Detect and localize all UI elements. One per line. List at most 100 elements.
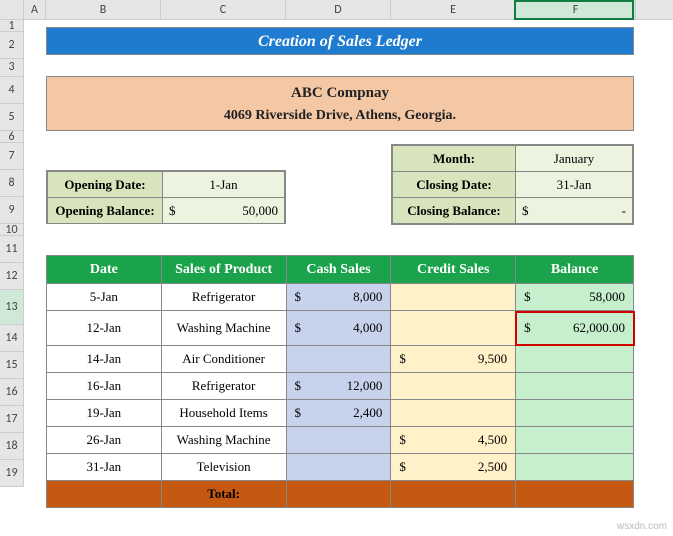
col-header-D[interactable]: D	[286, 0, 391, 19]
row-header-14[interactable]: 14	[0, 325, 23, 352]
col-header-E[interactable]: E	[391, 0, 516, 19]
cell-product[interactable]: Air Conditioner	[161, 346, 286, 373]
row-header-1[interactable]: 1	[0, 20, 23, 32]
row-header-2[interactable]: 2	[0, 32, 23, 59]
cell-cash[interactable]: $2,400	[286, 400, 391, 427]
cell-date[interactable]: 26-Jan	[47, 427, 162, 454]
ledger-header-credit: Credit Sales	[391, 256, 516, 284]
row-header-9[interactable]: 9	[0, 197, 23, 224]
cell-credit[interactable]	[391, 311, 516, 346]
cell-date[interactable]: 31-Jan	[47, 454, 162, 481]
row-header-11[interactable]: 11	[0, 236, 23, 263]
cell-product[interactable]: Washing Machine	[161, 311, 286, 346]
ledger-header-cash: Cash Sales	[286, 256, 391, 284]
col-header-F[interactable]: F	[516, 0, 636, 19]
ledger-row: 5-JanRefrigerator$8,000 $58,000	[47, 284, 634, 311]
row-header-4[interactable]: 4	[0, 77, 23, 104]
cell-date[interactable]: 5-Jan	[47, 284, 162, 311]
cell-balance[interactable]	[516, 454, 634, 481]
closing-info-box: Month: January Closing Date: 31-Jan Clos…	[391, 144, 634, 225]
ledger-row: 12-JanWashing Machine$4,000 $62,000.00	[47, 311, 634, 346]
cell-date[interactable]: 14-Jan	[47, 346, 162, 373]
cell-product[interactable]: Washing Machine	[161, 427, 286, 454]
row-header-6[interactable]: 6	[0, 131, 23, 143]
col-header-A[interactable]: A	[24, 0, 46, 19]
row-header-column: 1 2 3 4 5 6 7 8 9 10 11 12 13 14 15 16 1…	[0, 20, 24, 487]
row-header-13[interactable]: 13	[0, 290, 23, 325]
month-label: Month:	[393, 146, 516, 172]
cell-cash[interactable]	[286, 346, 391, 373]
cell-balance[interactable]: $58,000	[516, 284, 634, 311]
total-label: Total:	[161, 481, 286, 508]
ledger-table: Date Sales of Product Cash Sales Credit …	[46, 255, 634, 508]
page-title: Creation of Sales Ledger	[46, 27, 634, 55]
cell-date[interactable]: 12-Jan	[47, 311, 162, 346]
cell-balance[interactable]	[516, 346, 634, 373]
company-address: 4069 Riverside Drive, Athens, Georgia.	[47, 102, 633, 124]
ledger-header-product: Sales of Product	[161, 256, 286, 284]
cell-credit[interactable]	[391, 373, 516, 400]
closing-date-label: Closing Date:	[393, 172, 516, 198]
cell-date[interactable]: 19-Jan	[47, 400, 162, 427]
closing-date-value[interactable]: 31-Jan	[516, 172, 633, 198]
total-spacer	[47, 481, 162, 508]
total-balance[interactable]	[516, 481, 634, 508]
row-header-18[interactable]: 18	[0, 433, 23, 460]
opening-balance-value[interactable]: $50,000	[163, 198, 285, 224]
row-header-3[interactable]: 3	[0, 59, 23, 77]
col-header-C[interactable]: C	[161, 0, 286, 19]
company-banner: ABC Compnay 4069 Riverside Drive, Athens…	[46, 76, 634, 131]
cell-balance[interactable]: $62,000.00	[516, 311, 634, 346]
cell-product[interactable]: Refrigerator	[161, 284, 286, 311]
closing-balance-value[interactable]: $-	[516, 198, 633, 224]
ledger-row: 16-JanRefrigerator$12,000	[47, 373, 634, 400]
cell-cash[interactable]: $4,000	[286, 311, 391, 346]
cell-cash[interactable]	[286, 427, 391, 454]
cell-date[interactable]: 16-Jan	[47, 373, 162, 400]
cell-credit[interactable]: $9,500	[391, 346, 516, 373]
cell-cash[interactable]: $8,000	[286, 284, 391, 311]
opening-info-box: Opening Date: 1-Jan Opening Balance: $50…	[46, 170, 286, 224]
ledger-row: 14-JanAir Conditioner $9,500	[47, 346, 634, 373]
ledger-row: 31-JanTelevision $2,500	[47, 454, 634, 481]
ledger-total-row: Total:	[47, 481, 634, 508]
cell-product[interactable]: Television	[161, 454, 286, 481]
opening-date-value[interactable]: 1-Jan	[163, 172, 285, 198]
total-cash[interactable]	[286, 481, 391, 508]
row-header-7[interactable]: 7	[0, 143, 23, 170]
closing-balance-label: Closing Balance:	[393, 198, 516, 224]
cell-credit[interactable]	[391, 400, 516, 427]
spreadsheet-grid[interactable]: Creation of Sales Ledger ABC Compnay 406…	[24, 20, 673, 487]
cell-balance[interactable]	[516, 373, 634, 400]
total-credit[interactable]	[391, 481, 516, 508]
cell-credit[interactable]: $4,500	[391, 427, 516, 454]
cell-credit[interactable]	[391, 284, 516, 311]
cell-cash[interactable]	[286, 454, 391, 481]
row-header-19[interactable]: 19	[0, 460, 23, 487]
row-header-16[interactable]: 16	[0, 379, 23, 406]
column-header-row: A B C D E F	[0, 0, 673, 20]
opening-balance-label: Opening Balance:	[48, 198, 163, 224]
cell-balance[interactable]	[516, 427, 634, 454]
ledger-row: 19-JanHousehold Items$2,400	[47, 400, 634, 427]
cell-product[interactable]: Refrigerator	[161, 373, 286, 400]
cell-credit[interactable]: $2,500	[391, 454, 516, 481]
cell-balance[interactable]	[516, 400, 634, 427]
row-header-15[interactable]: 15	[0, 352, 23, 379]
row-header-10[interactable]: 10	[0, 224, 23, 236]
ledger-header-balance: Balance	[516, 256, 634, 284]
row-header-8[interactable]: 8	[0, 170, 23, 197]
col-header-B[interactable]: B	[46, 0, 161, 19]
ledger-row: 26-JanWashing Machine $4,500	[47, 427, 634, 454]
row-header-12[interactable]: 12	[0, 263, 23, 290]
corner-cell	[0, 0, 24, 19]
ledger-header-row: Date Sales of Product Cash Sales Credit …	[47, 256, 634, 284]
watermark: wsxdn.com	[617, 521, 667, 532]
row-header-17[interactable]: 17	[0, 406, 23, 433]
ledger-header-date: Date	[47, 256, 162, 284]
cell-cash[interactable]: $12,000	[286, 373, 391, 400]
row-header-5[interactable]: 5	[0, 104, 23, 131]
opening-date-label: Opening Date:	[48, 172, 163, 198]
month-value[interactable]: January	[516, 146, 633, 172]
cell-product[interactable]: Household Items	[161, 400, 286, 427]
